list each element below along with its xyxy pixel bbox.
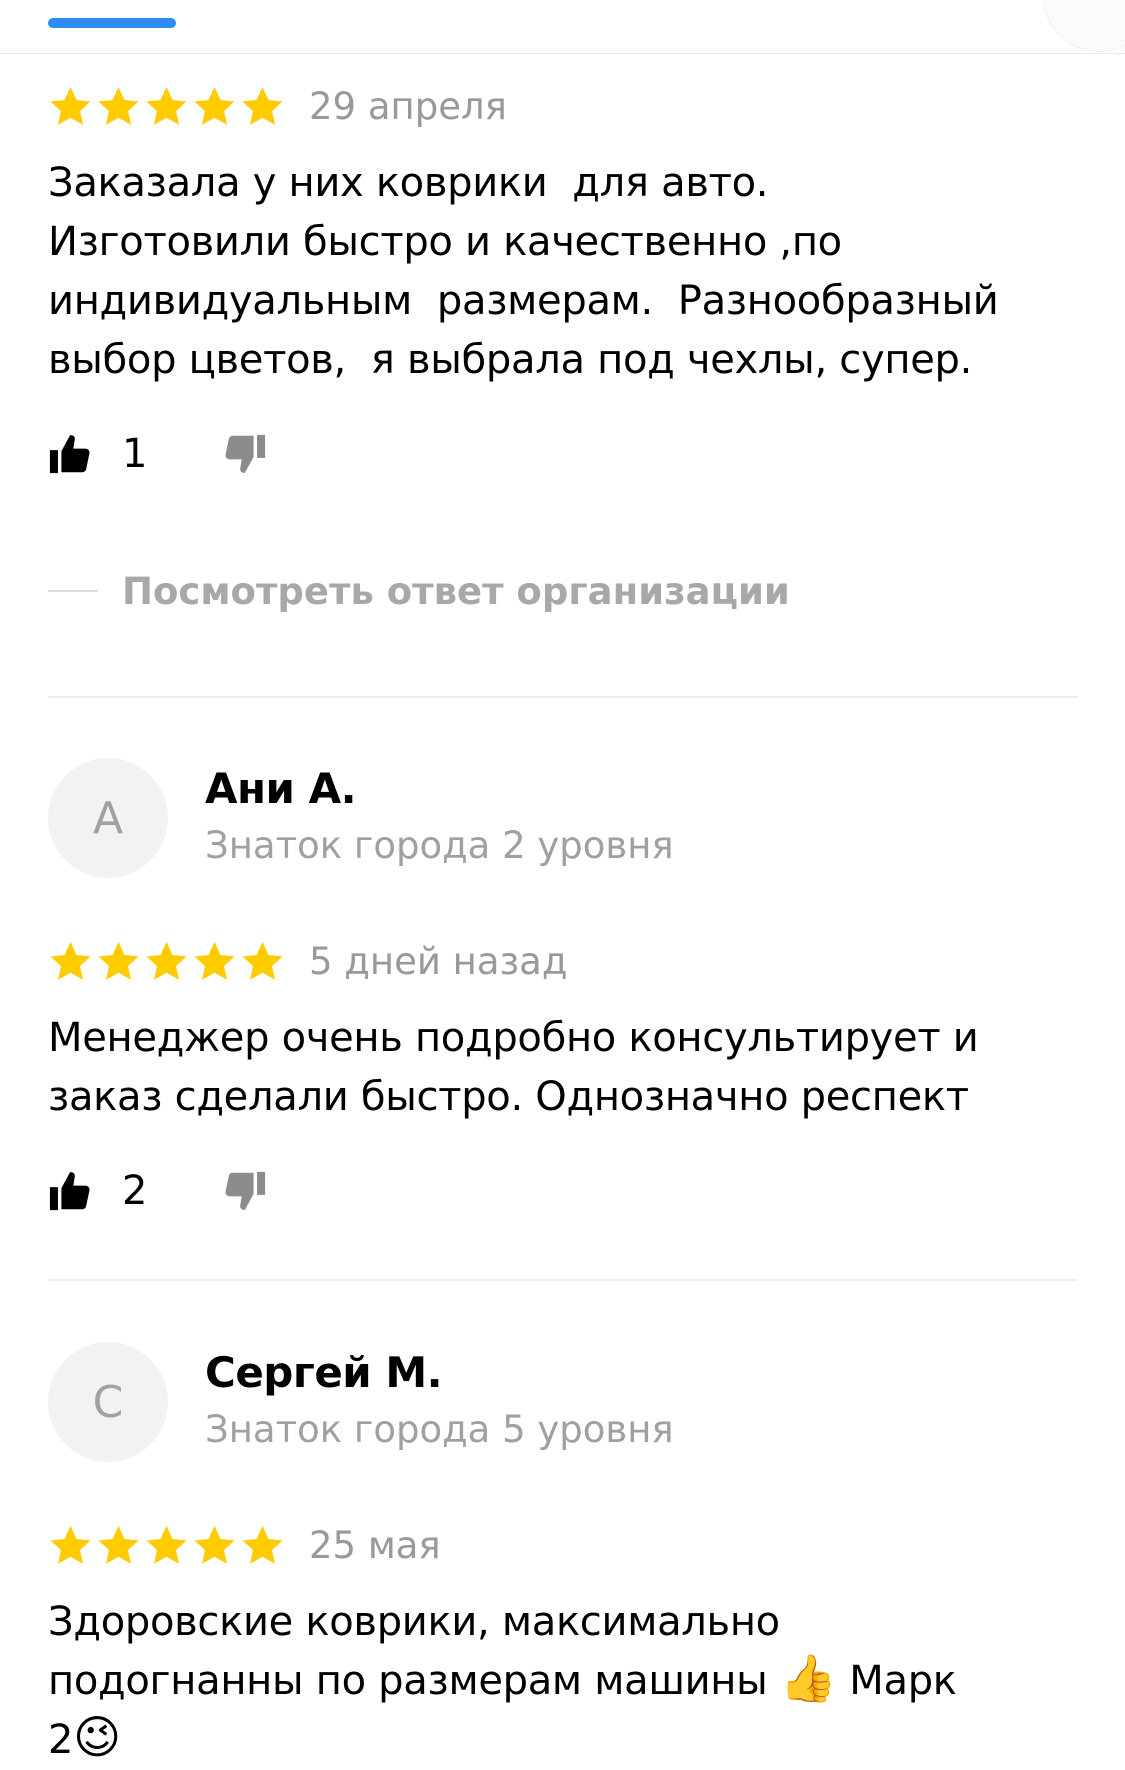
corner-decoration	[1043, 0, 1125, 52]
star-icon	[192, 939, 237, 984]
star-icon	[48, 1523, 93, 1568]
review-date: 5 дней назад	[309, 939, 568, 983]
star-icon	[240, 939, 285, 984]
star-icon	[96, 1523, 141, 1568]
review-text-line: подогнанны по размерам машины	[48, 1658, 780, 1704]
review-card: С Сергей М. Знаток города 5 уровня 25 ма…	[48, 1342, 1078, 1770]
author-level: Знаток города 5 уровня	[205, 1408, 674, 1451]
thumbs-down-icon[interactable]	[221, 431, 267, 477]
wink-emoji: 😉	[73, 1710, 121, 1764]
thumbs-down-icon[interactable]	[221, 1168, 267, 1214]
rating-row: 29 апреля	[48, 80, 1078, 132]
star-icon	[48, 84, 93, 129]
org-reply-link[interactable]: Посмотреть ответ организации	[48, 566, 1078, 616]
active-tab-indicator[interactable]	[48, 18, 176, 28]
thumbs-up-emoji: 👍	[779, 1651, 837, 1705]
org-reply-line	[48, 590, 98, 592]
review-divider	[48, 696, 1078, 698]
review-divider	[48, 1279, 1078, 1281]
tab-bar	[0, 0, 1125, 54]
avatar[interactable]: А	[48, 758, 168, 878]
author-name[interactable]: Ани А.	[205, 764, 357, 813]
rating-row: 5 дней назад	[48, 935, 1078, 987]
star-icon	[144, 84, 189, 129]
review-date: 29 апреля	[309, 84, 507, 128]
rating-stars	[48, 939, 285, 984]
star-icon	[96, 939, 141, 984]
avatar[interactable]: С	[48, 1342, 168, 1462]
star-icon	[240, 1523, 285, 1568]
star-icon	[96, 84, 141, 129]
review-text-line: Здоровские коврики, максимально	[48, 1599, 780, 1645]
author-level: Знаток города 2 уровня	[205, 824, 674, 867]
star-icon	[192, 84, 237, 129]
like-count: 2	[122, 1168, 148, 1214]
review-text-line: 2	[48, 1717, 74, 1763]
review-author-header: А Ани А. Знаток города 2 уровня	[48, 758, 1078, 878]
review-text: Здоровские коврики, максимально подогнан…	[48, 1593, 1078, 1770]
org-reply-label: Посмотреть ответ организации	[122, 569, 790, 613]
review-card: 29 апреля Заказала у них коврики для авт…	[48, 80, 1078, 616]
review-text-line: Марк	[836, 1658, 957, 1704]
rating-stars	[48, 84, 285, 129]
review-text: Заказала у них коврики для авто. Изготов…	[48, 160, 999, 383]
star-icon	[240, 84, 285, 129]
author-name[interactable]: Сергей М.	[205, 1348, 443, 1397]
review-votes: 2	[48, 1163, 1078, 1219]
review-card: А Ани А. Знаток города 2 уровня 5 дней н…	[48, 758, 1078, 1219]
rating-stars	[48, 1523, 285, 1568]
star-icon	[144, 939, 189, 984]
thumbs-up-icon[interactable]	[48, 1168, 94, 1214]
review-votes: 1	[48, 426, 1078, 482]
star-icon	[144, 1523, 189, 1568]
like-count: 1	[122, 431, 148, 477]
review-text: Менеджер очень подробно консультирует и …	[48, 1015, 979, 1120]
review-date: 25 мая	[309, 1523, 441, 1567]
star-icon	[192, 1523, 237, 1568]
star-icon	[48, 939, 93, 984]
review-author-header: С Сергей М. Знаток города 5 уровня	[48, 1342, 1078, 1462]
rating-row: 25 мая	[48, 1519, 1078, 1571]
thumbs-up-icon[interactable]	[48, 431, 94, 477]
